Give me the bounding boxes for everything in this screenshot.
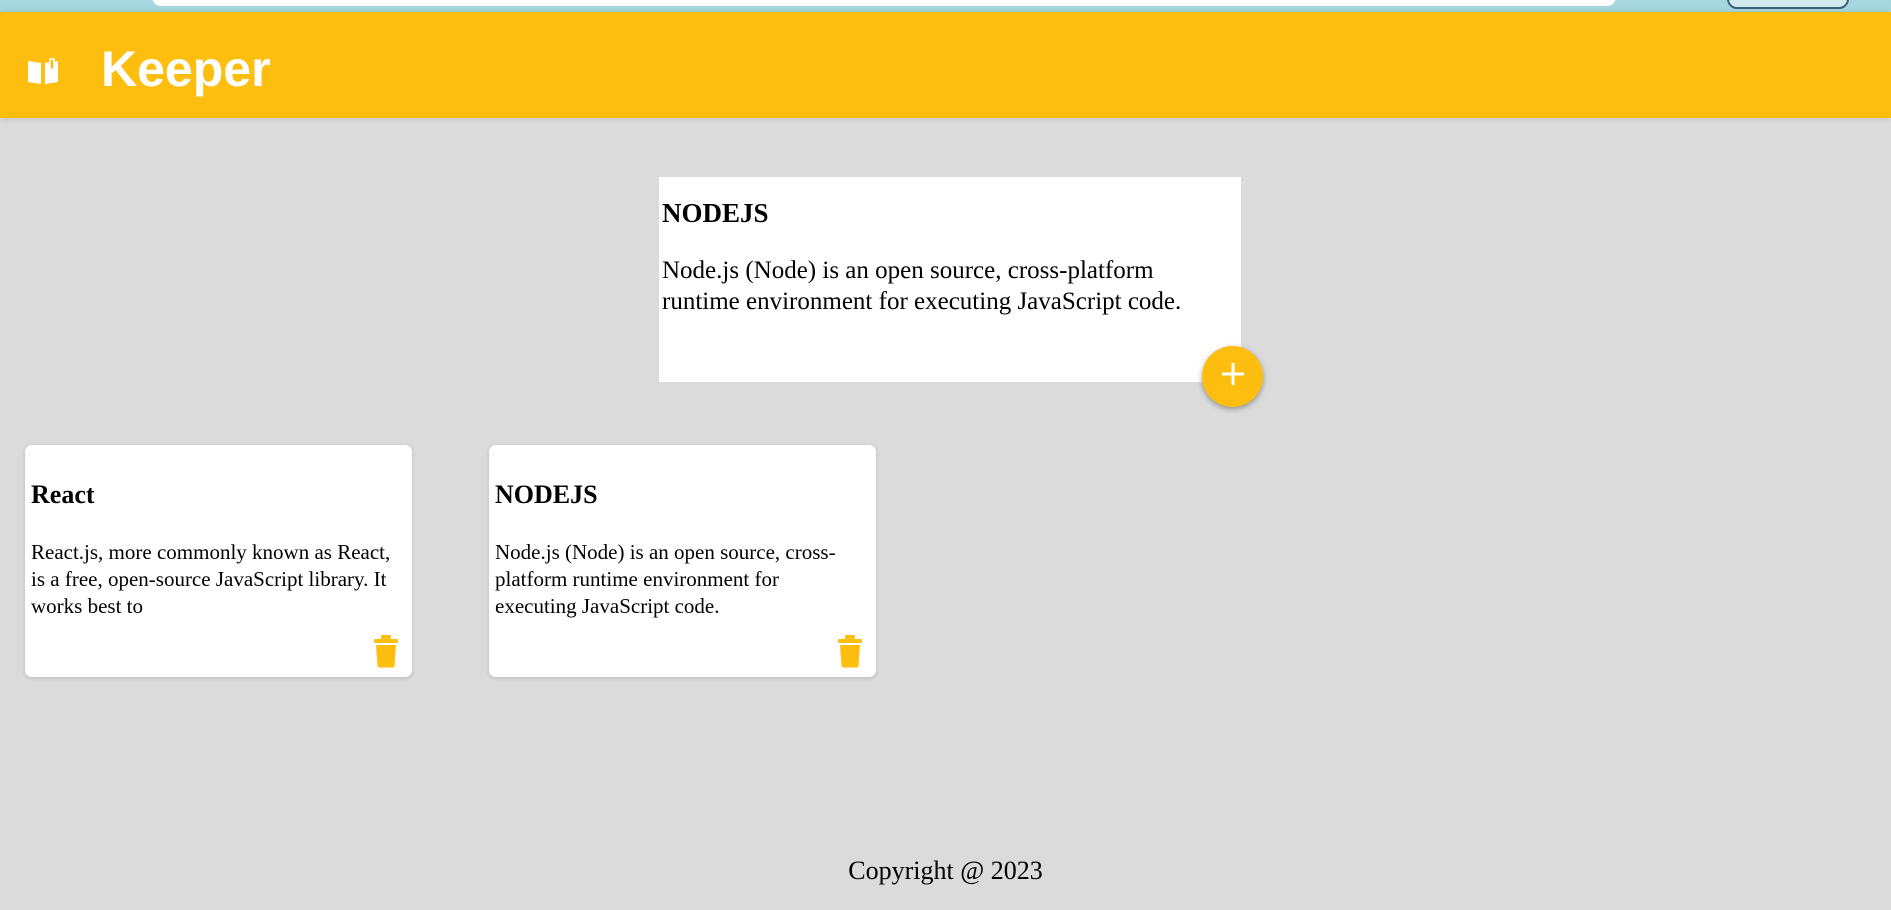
browser-button[interactable] bbox=[1727, 0, 1849, 9]
copyright-text: Copyright @ 2023 bbox=[848, 856, 1043, 885]
note-content: React.js, more commonly known as React, … bbox=[31, 540, 391, 618]
trash-icon bbox=[374, 635, 398, 668]
note-title: React bbox=[31, 480, 95, 509]
address-bar[interactable] bbox=[152, 0, 1616, 6]
note-title: NODEJS bbox=[495, 480, 598, 509]
browser-top-strip bbox=[0, 0, 1891, 12]
create-note-area[interactable]: NODEJS Node.js (Node) is an open source,… bbox=[659, 177, 1241, 382]
plus-icon bbox=[1218, 359, 1248, 394]
create-note-title-input[interactable]: NODEJS bbox=[662, 198, 769, 229]
delete-note-button[interactable] bbox=[836, 634, 864, 668]
app-header: Keeper bbox=[0, 12, 1891, 118]
trash-icon bbox=[838, 635, 862, 668]
open-book-icon bbox=[26, 57, 60, 87]
create-note-content-textarea[interactable]: Node.js (Node) is an open source, cross-… bbox=[662, 255, 1232, 317]
note-card: React React.js, more commonly known as R… bbox=[25, 445, 412, 677]
delete-note-button[interactable] bbox=[372, 634, 400, 668]
add-note-button[interactable] bbox=[1202, 346, 1263, 407]
app-title: Keeper bbox=[101, 41, 271, 97]
note-card: NODEJS Node.js (Node) is an open source,… bbox=[489, 445, 876, 677]
note-content: Node.js (Node) is an open source, cross-… bbox=[495, 540, 836, 618]
footer: Copyright @ 2023 bbox=[0, 856, 1891, 886]
